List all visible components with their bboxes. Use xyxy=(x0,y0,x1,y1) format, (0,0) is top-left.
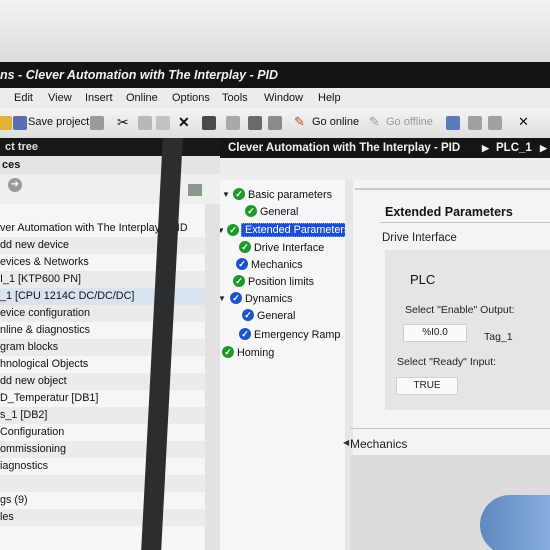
check-ok-icon: ✓ xyxy=(233,275,245,287)
nav-dynamics[interactable]: Dynamics xyxy=(245,292,292,306)
overview-icon[interactable] xyxy=(188,184,202,196)
motor-image xyxy=(480,495,550,550)
nav-dynamics-general[interactable]: General xyxy=(257,309,295,323)
upload-icon[interactable] xyxy=(268,116,282,130)
go-offline-icon: ✎ xyxy=(369,114,380,129)
split-horizontal-icon[interactable] xyxy=(468,116,482,130)
nav-general[interactable]: General xyxy=(260,205,298,219)
chevron-right-icon: ▶ xyxy=(482,143,489,153)
tree-item[interactable]: ommissioning xyxy=(0,441,205,458)
download-icon[interactable] xyxy=(248,116,262,130)
collapse-icon[interactable]: ▼ xyxy=(222,190,230,199)
tree-item[interactable]: gs (9) xyxy=(0,492,205,509)
tree-item[interactable]: hnological Objects xyxy=(0,356,205,373)
nav-basic-parameters[interactable]: Basic parameters xyxy=(248,188,332,202)
tree-item[interactable]: D_Temperatur [DB1] xyxy=(0,390,205,407)
plc-title: PLC xyxy=(410,272,436,287)
menu-view[interactable]: View xyxy=(48,88,72,108)
tree-item[interactable]: iagnostics xyxy=(0,458,205,475)
enable-output-field[interactable]: %I0.0 xyxy=(403,324,467,342)
nav-emergency-ramp[interactable]: Emergency Ramp xyxy=(254,328,340,342)
ready-input-label: Select "Ready" Input: xyxy=(397,356,497,368)
chevron-right-icon: ▶ xyxy=(540,143,547,153)
check-blue-icon: ✓ xyxy=(239,328,251,340)
nav-homing[interactable]: Homing xyxy=(237,346,274,360)
collapse-icon[interactable]: ▼ xyxy=(220,226,225,235)
menu-insert[interactable]: Insert xyxy=(85,88,113,108)
drive-interface-title: Drive Interface xyxy=(382,232,457,244)
check-ok-icon: ✓ xyxy=(245,205,257,217)
nav-drive-interface[interactable]: Drive Interface xyxy=(254,241,324,255)
menu-options[interactable]: Options xyxy=(172,88,210,108)
tree-item[interactable] xyxy=(0,475,205,492)
menu-help[interactable]: Help xyxy=(318,88,341,108)
enable-output-label: Select "Enable" Output: xyxy=(405,304,515,316)
print-icon[interactable] xyxy=(90,116,104,130)
menu-tools[interactable]: Tools xyxy=(222,88,248,108)
check-ok-icon: ✓ xyxy=(227,224,239,236)
menu-window[interactable]: Window xyxy=(264,88,303,108)
undo-icon[interactable] xyxy=(202,116,216,130)
window-title-bar: ns - Clever Automation with The Interpla… xyxy=(0,62,550,88)
compile-icon[interactable] xyxy=(226,116,240,130)
nav-mechanics[interactable]: Mechanics xyxy=(251,258,303,272)
copy-icon[interactable] xyxy=(138,116,152,130)
menu-edit[interactable]: Edit xyxy=(14,88,33,108)
mechanics-title: Mechanics xyxy=(350,437,408,451)
go-offline-button[interactable]: Go offline xyxy=(386,116,433,130)
collapse-icon[interactable]: ▼ xyxy=(220,294,226,303)
menu-bar: Edit View Insert Online Options Tools Wi… xyxy=(0,88,550,108)
check-blue-icon: ✓ xyxy=(230,292,242,304)
check-blue-icon: ✓ xyxy=(236,258,248,270)
project-tree-header: ct tree xyxy=(0,138,220,156)
devices-tab[interactable]: ces xyxy=(0,156,220,174)
section-title: Extended Parameters xyxy=(385,205,513,219)
window-title: ns - Clever Automation with The Interpla… xyxy=(0,68,279,82)
tree-item[interactable]: les xyxy=(0,509,205,526)
close-editor-icon[interactable]: ✕ xyxy=(518,114,529,129)
forward-icon[interactable]: ➜ xyxy=(8,178,22,192)
delete-icon[interactable]: ✕ xyxy=(178,114,190,130)
check-ok-icon: ✓ xyxy=(233,188,245,200)
split-vertical-icon[interactable] xyxy=(488,116,502,130)
tree-item[interactable]: dd new object xyxy=(0,373,205,390)
collapse-nav-icon[interactable]: ◀ xyxy=(343,438,349,447)
nav-extended-parameters[interactable]: Extended Parameters xyxy=(241,223,345,237)
accessible-devices-icon[interactable] xyxy=(446,116,460,130)
parameter-navigation: ▼ ✓ Basic parameters ✓ General ▼ ✓ Exten… xyxy=(220,180,345,550)
editor-breadcrumb: ◀ Clever Automation with The Interplay -… xyxy=(220,138,550,158)
menu-online[interactable]: Online xyxy=(126,88,158,108)
editor-subheader xyxy=(220,158,550,180)
project-tree-toolbar: ➜ xyxy=(0,174,220,204)
go-online-button[interactable]: Go online xyxy=(312,116,359,130)
save-icon[interactable] xyxy=(13,116,27,130)
paste-icon[interactable] xyxy=(156,116,170,130)
breadcrumb-project[interactable]: Clever Automation with The Interplay - P… xyxy=(228,138,460,158)
ready-input-field[interactable]: TRUE xyxy=(396,377,458,395)
breadcrumb-device[interactable]: PLC_1 xyxy=(496,138,532,158)
tree-item[interactable]: s_1 [DB2] xyxy=(0,407,205,424)
tree-item[interactable]: gram blocks xyxy=(0,339,205,356)
check-blue-icon: ✓ xyxy=(242,309,254,321)
monitor-bezel xyxy=(0,0,550,62)
divider xyxy=(350,428,550,429)
nav-position-limits[interactable]: Position limits xyxy=(248,275,314,289)
divider xyxy=(355,188,550,190)
project-tree-scrollbar[interactable] xyxy=(205,204,220,550)
check-ok-icon: ✓ xyxy=(222,346,234,358)
save-project-button[interactable]: Save project xyxy=(28,116,89,130)
go-online-icon: ✎ xyxy=(294,114,305,129)
tree-item[interactable]: evice configuration xyxy=(0,305,205,322)
toolbar: Save project ✂ ✕ ✎ Go online ✎ Go offlin… xyxy=(0,108,550,139)
tree-item[interactable]: nline & diagnostics xyxy=(0,322,205,339)
cut-icon[interactable]: ✂ xyxy=(117,114,129,130)
tree-item[interactable]: Configuration xyxy=(0,424,205,441)
divider xyxy=(380,222,550,223)
check-ok-icon: ✓ xyxy=(239,241,251,253)
enable-tag-label: Tag_1 xyxy=(484,331,513,343)
new-project-icon[interactable] xyxy=(0,116,12,130)
